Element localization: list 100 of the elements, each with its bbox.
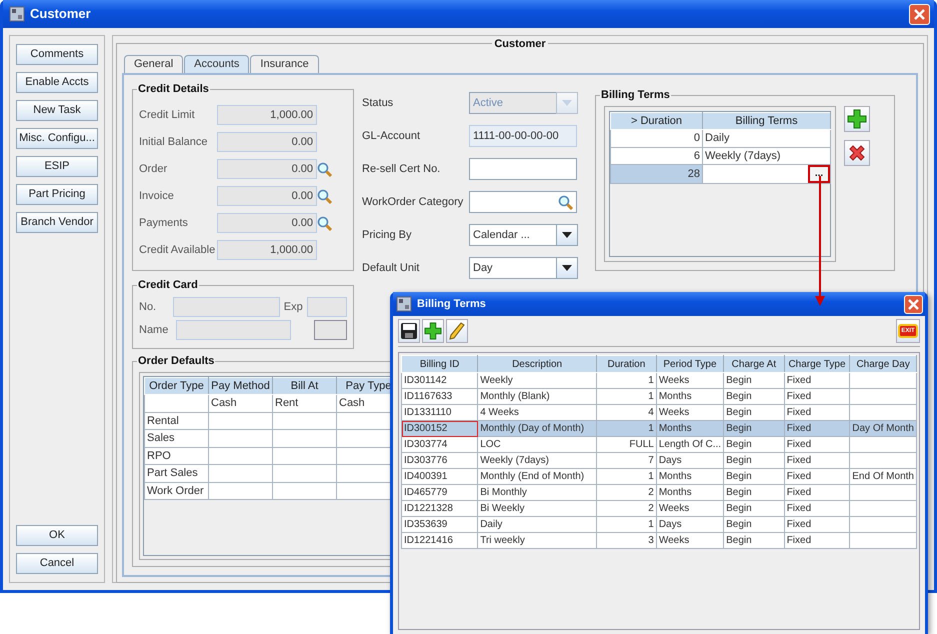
field-label: No. [139, 300, 158, 315]
table-cell: Weeks [656, 500, 724, 516]
add-button[interactable] [422, 319, 444, 343]
table-cell: ID1221416 [402, 532, 478, 548]
plus-icon [424, 322, 442, 340]
column-header[interactable]: Duration [596, 356, 656, 372]
table-cell: Day Of Month [850, 420, 916, 436]
table-cell: Begin [724, 532, 784, 548]
search-icon [558, 194, 573, 210]
table-cell: Begin [724, 452, 784, 468]
table-cell: Weeks [656, 532, 724, 548]
column-header[interactable]: Order Type [144, 377, 208, 394]
table-cell: Fixed [784, 388, 850, 404]
side-button[interactable]: Branch Vendor [16, 212, 98, 233]
table-row[interactable]: ID1221416 Tri weekly 3 Weeks Begin Fixed [402, 532, 916, 548]
table-cell: 1 [596, 516, 656, 532]
input-field[interactable] [306, 297, 347, 317]
table-cell: Weekly (7days) [478, 452, 596, 468]
dialog-button[interactable]: Cancel [16, 553, 98, 574]
close-icon [914, 8, 925, 20]
edit-button[interactable] [446, 319, 468, 343]
table-cell: ID300152 [402, 420, 478, 436]
table-row[interactable]: ID465779 Bi Monthly 2 Months Begin Fixed [402, 484, 916, 500]
table-row[interactable]: ID303774 LOC FULL Length Of C... Begin Fixed [402, 436, 916, 452]
field-label: Default Unit [362, 260, 420, 276]
side-button[interactable]: Enable Accts [16, 72, 98, 93]
table-cell: RPO [144, 447, 208, 464]
side-button[interactable]: New Task [16, 100, 98, 121]
save-button[interactable] [398, 319, 420, 343]
table-cell: Days [656, 452, 724, 468]
value-field: 0.00 [217, 132, 317, 152]
table-row[interactable]: ID1167633 Monthly (Blank) 1 Months Begin Fixed [402, 388, 916, 404]
input-field[interactable] [314, 320, 347, 340]
table-cell: ID301142 [402, 372, 478, 388]
caret-icon [562, 100, 572, 106]
field-label: Payments [139, 216, 189, 231]
field-label: Order [139, 162, 168, 177]
delete-button[interactable] [844, 140, 870, 166]
caret-icon [562, 232, 572, 238]
field-label: Exp [284, 300, 303, 315]
ellipsis-button[interactable]: ... [808, 166, 830, 182]
tab[interactable]: General [124, 54, 184, 72]
add-button[interactable] [844, 106, 870, 132]
table-row[interactable]: ID303776 Weekly (7days) 7 Days Begin Fixed [402, 452, 916, 468]
column-header[interactable]: Description [478, 356, 596, 372]
side-button[interactable]: ESIP [16, 156, 98, 177]
column-header[interactable]: Period Type [656, 356, 724, 372]
input-field[interactable]: 1111-00-00-00-00 [469, 125, 577, 147]
field-label: Initial Balance [139, 134, 208, 150]
column-header[interactable]: > Duration [610, 112, 702, 130]
side-button[interactable]: Misc. Configu... [16, 128, 98, 149]
input-field[interactable] [469, 158, 577, 180]
side-button[interactable]: Comments [16, 44, 98, 65]
table-cell: Rent [272, 394, 336, 412]
column-header[interactable]: Billing Terms [702, 112, 830, 130]
table-cell: ID303776 [402, 452, 478, 468]
input-field[interactable] [172, 297, 280, 317]
column-header[interactable]: Charge Day [850, 356, 916, 372]
table-row[interactable]: ID1221328 Bi Weekly 2 Weeks Begin Fixed [402, 500, 916, 516]
table-cell: LOC [478, 436, 596, 452]
value-field: 0.00 [217, 186, 317, 206]
tab[interactable]: Accounts [184, 54, 250, 72]
table-cell: Begin [724, 372, 784, 388]
table-cell: Sales [144, 430, 208, 447]
table-cell: Fixed [784, 484, 850, 500]
table-row[interactable]: ID353639 Daily 1 Days Begin Fixed [402, 516, 916, 532]
column-header[interactable]: Charge Type [784, 356, 850, 372]
column-header[interactable]: Pay Method [208, 377, 272, 394]
table-row[interactable]: ID300152 Monthly (Day of Month) 1 Months Begin Fixed Day Of Month [402, 420, 916, 436]
table-cell: Monthly (End of Month) [478, 468, 596, 484]
table-cell: Rental [144, 412, 208, 430]
search-field[interactable] [469, 191, 577, 213]
column-header[interactable]: Billing ID [402, 356, 478, 372]
input-field[interactable] [176, 320, 292, 340]
table-cell: Monthly (Blank) [478, 388, 596, 404]
table-cell: Weeks [656, 372, 724, 388]
table-cell: ID465779 [402, 484, 478, 500]
table-cell: Bi Monthly [478, 484, 596, 500]
close-button[interactable] [909, 4, 930, 24]
table-cell: Monthly (Day of Month) [478, 420, 596, 436]
side-button[interactable]: Part Pricing [16, 184, 98, 205]
dialog-button[interactable]: OK [16, 525, 98, 546]
app-icon [396, 296, 412, 312]
table-cell: 1 [596, 468, 656, 484]
search-icon [317, 162, 332, 176]
window-title: Customer [30, 5, 91, 24]
column-header[interactable]: Charge At [724, 356, 784, 372]
table-cell: Part Sales [144, 464, 208, 482]
table-row[interactable]: ID301142 Weekly 1 Weeks Begin Fixed [402, 372, 916, 388]
table-cell: Fixed [784, 468, 850, 484]
section-title: Billing Terms [600, 88, 671, 102]
caret-icon [562, 265, 572, 271]
table-cell: ID400391 [402, 468, 478, 484]
search-icon [317, 216, 332, 230]
tab[interactable]: Insurance [250, 54, 319, 72]
table-cell: Begin [724, 388, 784, 404]
column-header[interactable]: Bill At [272, 377, 336, 394]
close-button[interactable] [904, 294, 923, 314]
table-cell: Length Of C... [656, 436, 724, 452]
table-row[interactable]: ID400391 Monthly (End of Month) 1 Months Begin Fixed End Of Month [402, 468, 916, 484]
